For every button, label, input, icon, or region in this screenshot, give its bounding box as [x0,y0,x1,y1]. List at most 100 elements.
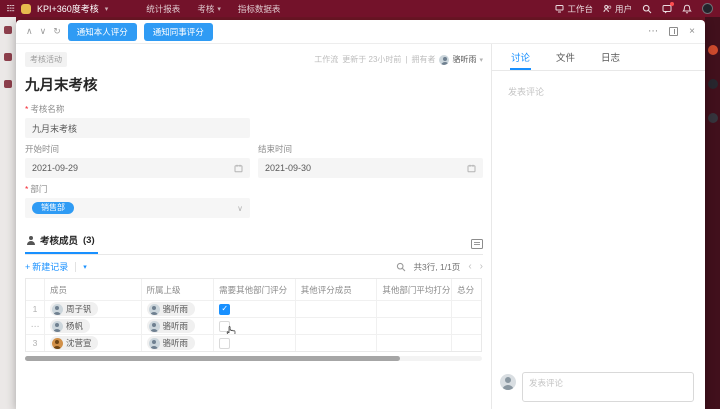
table-search-icon[interactable] [396,262,406,272]
total-cell [451,318,481,334]
field-label-start: 开始时间 [25,144,60,154]
other-raters-cell[interactable] [294,301,377,317]
other-raters-cell[interactable] [294,318,377,334]
member-chip[interactable]: 沈营宣 [49,336,99,350]
apps-grid-icon[interactable] [7,4,15,13]
form-column: 考核活动 工作流 更新于 23小时前 | 拥有者 骆听雨 ▾ 九月末考核 * 考… [16,44,492,409]
chevron-down-icon: ▾ [217,5,221,13]
col-header-other-dept-avg: 其他部门平均打分 [376,279,451,300]
supervisor-chip[interactable]: 骆听雨 [146,319,196,333]
tab-log[interactable]: 日志 [600,50,621,70]
notify-colleagues-button[interactable]: 通知同事评分 [143,22,213,41]
next-record-icon[interactable]: ∨ [40,27,47,36]
background-left-strip [0,17,16,409]
members-tab[interactable]: 考核成员 (3) [25,233,98,254]
start-date-field[interactable]: 2021-09-29 [25,158,250,178]
other-dept-avg-cell [376,318,451,334]
member-chip[interactable]: 周子钒 [49,302,99,316]
supervisor-name: 骆听雨 [162,338,189,348]
member-avatar [51,320,63,332]
members-table: 成员 所属上级 需要其他部门评分 其他评分成员 其他部门平均打分 总分 1 周子… [25,278,482,352]
member-name: 沈营宣 [65,338,92,348]
refresh-icon[interactable]: ↻ [53,27,61,36]
record-title: 九月末考核 [25,78,98,94]
other-dept-avg-cell [376,301,451,317]
calendar-icon [467,164,476,173]
member-avatar [51,303,63,315]
other-raters-cell[interactable] [294,335,377,351]
menu-item-indicator-table[interactable]: 指标数据表 [238,3,281,15]
search-icon[interactable] [642,4,652,14]
row-number: 1 [32,304,38,314]
tab-discussion[interactable]: 讨论 [510,50,532,70]
new-record-dropdown-icon[interactable]: ▾ [83,263,87,271]
calendar-icon [234,164,243,173]
other-dept-avg-cell [376,335,451,351]
user-avatar[interactable] [702,3,713,14]
table-row[interactable]: 3 沈营宣 骆听雨 [26,334,481,351]
menu-item-assessment[interactable]: 考核 ▾ [197,3,221,15]
member-chip[interactable]: 杨帆 [49,319,90,333]
assessment-name-field[interactable]: 九月末考核 [25,118,250,138]
end-date-value: 2021-09-30 [265,163,312,173]
department-tag[interactable]: 销售部 [32,202,74,214]
card-view-icon[interactable] [471,239,483,254]
needs-other-dept-checkbox[interactable] [219,337,231,349]
comment-bar [500,372,694,402]
prev-record-icon[interactable]: ∧ [26,27,33,36]
pagination-text: 共3行, 1/1页 [413,261,461,272]
prev-page-icon[interactable]: ‹ [468,261,471,272]
next-page-icon[interactable]: › [480,261,483,272]
scrollbar-thumb[interactable] [25,356,400,361]
assessment-name-value: 九月末考核 [32,123,78,134]
users-link[interactable]: 用户 [603,3,632,15]
users-icon [603,4,612,13]
chevron-down-icon: ∨ [237,203,243,213]
comment-input[interactable] [522,372,694,402]
workbench-link[interactable]: 工作台 [555,3,593,15]
divider [75,261,77,272]
row-more-actions[interactable]: ⋯ [26,318,44,334]
supervisor-chip[interactable]: 骆听雨 [146,336,196,350]
top-menu: 统计报表 考核 ▾ 指标数据表 [146,3,280,15]
owner-name: 骆听雨 [452,55,477,64]
row-number: 3 [32,338,38,348]
close-icon[interactable]: × [689,26,695,37]
start-date-cell: 开始时间 2021-09-29 [25,138,250,178]
members-count: (3) [83,234,95,246]
workbench-icon [555,4,564,13]
supervisor-chip[interactable]: 骆听雨 [146,302,196,316]
table-horizontal-scrollbar[interactable] [25,356,482,361]
field-label-end: 结束时间 [258,144,293,154]
total-cell [451,335,481,351]
menu-item-stats[interactable]: 统计报表 [146,3,180,15]
department-select[interactable]: 销售部 ∨ [25,198,250,218]
bg-app-icon [4,53,12,61]
new-record-button[interactable]: + 新建记录 [25,260,68,273]
owner-label: 拥有者 [411,55,436,64]
col-header-member: 成员 [43,279,141,300]
tab-files[interactable]: 文件 [555,50,576,70]
messages-icon[interactable] [662,1,674,14]
bg-avatar [708,113,718,123]
col-header-total: 总分 [451,279,481,300]
field-label-dept: * 部门 [25,184,48,194]
date-fields-row: 开始时间 2021-09-29 结束时间 2021-09-30 [25,138,483,178]
end-date-field[interactable]: 2021-09-30 [258,158,483,178]
app-title[interactable]: KPI+360度考核 [37,2,99,15]
table-row[interactable]: ⋯ 杨帆 骆听雨 [26,317,481,334]
app-title-caret-icon[interactable]: ▾ [105,5,109,13]
owner-chip[interactable]: 骆听雨 ▾ [439,54,483,65]
supervisor-avatar [148,320,160,332]
supervisor-name: 骆听雨 [162,321,189,331]
bell-icon[interactable] [682,4,692,14]
owner-avatar [439,54,450,65]
more-actions-icon[interactable]: ⋯ [648,26,658,37]
current-user-avatar [500,374,516,390]
table-row[interactable]: 1 周子钒 骆听雨 ✓ [26,300,481,317]
discussion-empty-text: 发表评论 [508,87,545,97]
notify-self-button[interactable]: 通知本人评分 [67,22,137,41]
expand-panel-icon[interactable] [669,27,679,36]
needs-other-dept-checkbox[interactable]: ✓ [219,303,231,315]
person-icon [26,235,35,245]
